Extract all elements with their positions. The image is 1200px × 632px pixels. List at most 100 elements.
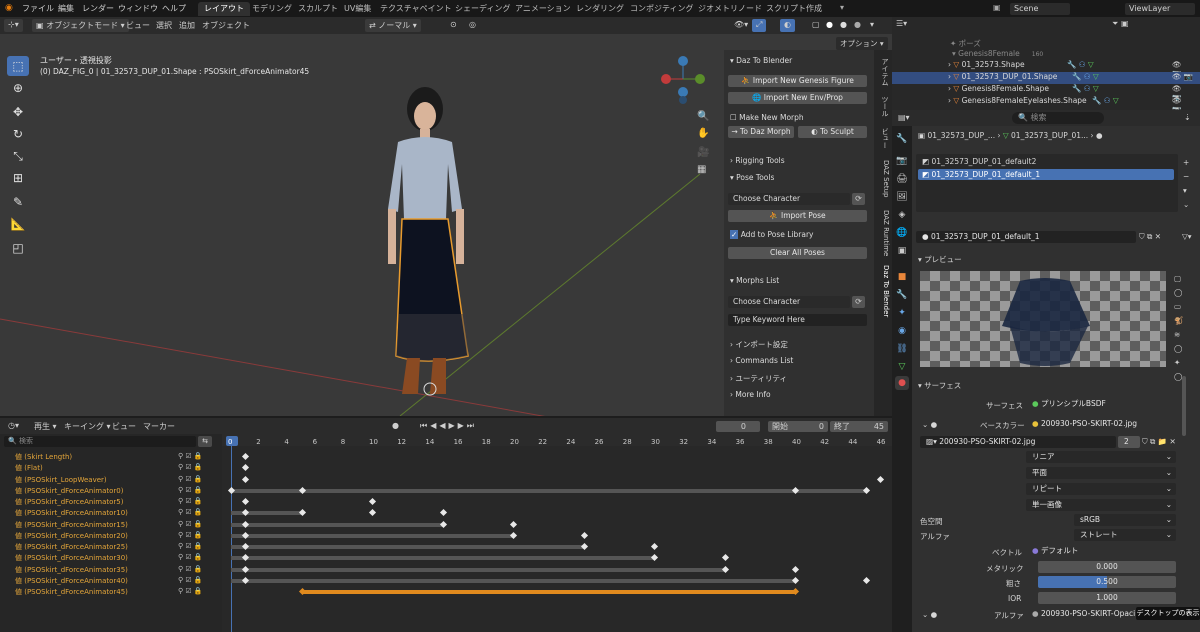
choose-character-dropdown-2[interactable]: Choose Character bbox=[728, 296, 850, 308]
keyframe[interactable] bbox=[580, 531, 588, 539]
scene-tab-icon[interactable]: ◈ bbox=[895, 208, 909, 222]
perspective-grid-icon[interactable]: ▦ bbox=[697, 164, 706, 175]
measure-tool-icon[interactable]: 📐 bbox=[7, 214, 29, 234]
menu-add[interactable]: 追加 bbox=[175, 19, 199, 32]
end-frame-field[interactable]: 終了 45 bbox=[830, 421, 888, 432]
channel-toggle-icons[interactable]: ⚲ ☑ 🔒 bbox=[178, 576, 203, 584]
refresh-icon[interactable]: ⟳ bbox=[852, 193, 865, 205]
gizmo-icon[interactable]: ⤢ bbox=[752, 19, 767, 32]
keyframe[interactable] bbox=[439, 509, 447, 517]
rotate-tool-icon[interactable]: ↻ bbox=[7, 124, 29, 144]
image-datablock[interactable]: ▨▾ 200930-PSO-SKIRT-02.jpg bbox=[920, 436, 1116, 448]
character-figure[interactable] bbox=[388, 87, 469, 396]
commands-list-header[interactable]: › Commands List bbox=[730, 356, 793, 365]
channel-toggle-icons[interactable]: ⚲ ☑ 🔒 bbox=[178, 497, 203, 505]
menu-view[interactable]: ビュー bbox=[122, 19, 154, 32]
channel-toggle-icons[interactable]: ⚲ ☑ 🔒 bbox=[178, 475, 203, 483]
viewlayer-field[interactable]: ViewLayer bbox=[1125, 3, 1195, 15]
preview-shape-icons[interactable]: ▢ ◯ ▭ 🐒 ≋ ◯ ✦ ◯ bbox=[1174, 272, 1183, 384]
channel-row[interactable]: 値 (PSOSkirt_dForceAnimator15) bbox=[15, 520, 128, 530]
hold-bar[interactable] bbox=[231, 533, 513, 538]
snap-icon[interactable]: ⊙ bbox=[446, 19, 461, 32]
sidebar-tab-tool[interactable]: ツール bbox=[876, 96, 890, 117]
channel-row[interactable]: 値 (PSOSkirt_dForceAnimator30) bbox=[15, 553, 128, 563]
hold-bar[interactable] bbox=[231, 488, 866, 493]
menu-file[interactable]: ファイル bbox=[22, 3, 54, 14]
utility-header[interactable]: › ユーティリティ bbox=[730, 373, 787, 384]
scene-name-field[interactable]: Scene bbox=[1010, 3, 1070, 15]
particles-tab-icon[interactable]: ✦ bbox=[895, 306, 909, 320]
mode-dropdown[interactable]: ▣ オブジェクトモード ▾ bbox=[32, 19, 129, 32]
object-tab-icon[interactable]: ■ bbox=[895, 270, 909, 284]
keyword-input[interactable]: Type Keyword Here bbox=[728, 314, 867, 326]
select-box-tool-icon[interactable]: ⬚ bbox=[7, 56, 29, 76]
basecolor-field[interactable]: ● 200930-PSO-SKIRT-02.jpg bbox=[1026, 418, 1176, 430]
keyframe[interactable] bbox=[650, 542, 659, 551]
morphs-list-header[interactable]: ▾ Morphs List bbox=[730, 276, 779, 285]
keyframe[interactable] bbox=[876, 475, 884, 483]
camera-icon[interactable]: 🎥 bbox=[697, 147, 709, 158]
tab-animation[interactable]: アニメーション bbox=[509, 2, 577, 16]
properties-editor-icon[interactable]: ▤▾ bbox=[898, 113, 910, 122]
tab-rendering[interactable]: レンダリング bbox=[570, 2, 630, 16]
import-genesis-button[interactable]: ⛹ Import New Genesis Figure bbox=[728, 75, 867, 87]
constraints-tab-icon[interactable]: ⛓ bbox=[895, 342, 909, 356]
shading-solid-icon[interactable]: ● bbox=[822, 19, 837, 32]
tab-scripting[interactable]: スクリプト作成 bbox=[760, 2, 828, 16]
options-dropdown[interactable]: オプション ▾ bbox=[836, 37, 888, 50]
outliner-row-shape[interactable]: › ▽ 01_32573.Shape🔧 ⚇ ▽👁 📷 bbox=[892, 60, 1192, 78]
start-frame-field[interactable]: 開始 0 bbox=[768, 421, 828, 432]
image-actions[interactable]: ⛉ ⧉ 📁 ✕ bbox=[1142, 437, 1176, 447]
channel-toggle-icons[interactable]: ⚲ ☑ 🔒 bbox=[178, 531, 203, 539]
outliner-row-g8f-shape[interactable]: › ▽ Genesis8Female.Shape 🔧 ⚇ ▽ 👁 📷 bbox=[892, 84, 1192, 102]
tab-modeling[interactable]: モデリング bbox=[246, 2, 298, 16]
keyframe[interactable] bbox=[862, 576, 870, 584]
import-settings-header[interactable]: › インポート設定 bbox=[730, 339, 788, 350]
orientation-dropdown[interactable]: ⇄ ノーマル ▾ bbox=[365, 19, 421, 32]
transform-tool-icon[interactable]: ⊞ bbox=[7, 168, 29, 188]
shading-dropdown-icon[interactable]: ▾ bbox=[866, 19, 878, 32]
editor-type-icon[interactable]: ⊹▾ bbox=[4, 19, 23, 32]
cursor-tool-icon[interactable]: ⊕ bbox=[7, 78, 29, 98]
keying-menu[interactable]: キーイング ▾ bbox=[60, 420, 115, 433]
sidebar-tab-view[interactable]: ビュー bbox=[876, 128, 890, 149]
keyframe[interactable] bbox=[721, 554, 729, 562]
source-dropdown[interactable]: 単一画像 ⌄ bbox=[1026, 499, 1176, 511]
import-env-button[interactable]: 🌐 Import New Env/Prop bbox=[728, 92, 867, 104]
outliner-row-eyelashes[interactable]: › ▽ Genesis8FemaleEyelashes.Shape 🔧 ⚇ ▽ 👁 … bbox=[892, 96, 1192, 114]
projection-dropdown[interactable]: 平面 ⌄ bbox=[1026, 467, 1176, 479]
hold-bar[interactable] bbox=[231, 556, 654, 561]
roughness-slider[interactable]: 0.500 bbox=[1038, 576, 1176, 588]
zoom-icon[interactable]: 🔍 bbox=[697, 111, 709, 122]
metallic-slider[interactable]: 0.000 bbox=[1038, 561, 1176, 573]
surface-shader-field[interactable]: ● プリンシプルBSDF bbox=[1026, 398, 1176, 410]
channel-toggle-icons[interactable]: ⚲ ☑ 🔒 bbox=[178, 452, 203, 460]
channel-toggle-icons[interactable]: ⚲ ☑ 🔒 bbox=[178, 520, 203, 528]
overlay-icon[interactable]: ◐ bbox=[780, 19, 795, 32]
channel-row[interactable]: 値 (PSOSkirt_dForceAnimator45) bbox=[15, 587, 128, 597]
import-pose-button[interactable]: ⛹ Import Pose bbox=[728, 210, 867, 222]
shading-render-icon[interactable]: ● bbox=[850, 19, 865, 32]
rigging-tools-header[interactable]: › Rigging Tools bbox=[730, 156, 785, 165]
navigation-gizmo[interactable] bbox=[661, 56, 705, 104]
daz-section-header[interactable]: ▾ Daz To Blender bbox=[730, 56, 792, 65]
material-selector[interactable]: ● 01_32573_DUP_01_default_1 bbox=[916, 231, 1136, 243]
link-dropdown-icon[interactable]: ▽▾ bbox=[1182, 232, 1192, 241]
to-sculpt-button[interactable]: ◐ To Sculpt bbox=[798, 126, 867, 138]
preview-section-header[interactable]: ▾ プレビュー bbox=[918, 254, 962, 265]
sidebar-tab-item[interactable]: アイテム bbox=[876, 58, 890, 86]
outliner-row-dup-shape[interactable]: › ▽ 01_32573_DUP_01.Shape 🔧 ⚇ ▽ 👁 📷 bbox=[892, 72, 1200, 84]
channel-row[interactable]: 値 (PSOSkirt_dForceAnimator5) bbox=[15, 497, 123, 507]
image-users[interactable]: 2 bbox=[1118, 436, 1140, 448]
channel-row[interactable]: 値 (PSOSkirt_dForceAnimator0) bbox=[15, 486, 123, 496]
sidebar-tab-daz-runtime[interactable]: DAZ Runtime bbox=[876, 210, 890, 256]
ior-slider[interactable]: 1.000 bbox=[1038, 592, 1176, 604]
annotate-tool-icon[interactable]: ✎ bbox=[7, 192, 29, 212]
channel-row[interactable]: 値 (Skirt Length) bbox=[15, 452, 72, 462]
tab-compositing[interactable]: コンポジティング bbox=[624, 2, 700, 16]
channel-row[interactable]: 値 (PSOSkirt_dForceAnimator10) bbox=[15, 508, 128, 518]
scale-tool-icon[interactable]: ⤡ bbox=[7, 146, 29, 166]
modifier-tab-icon[interactable]: 🔧 bbox=[895, 288, 909, 302]
playback-menu[interactable]: 再生 ▾ bbox=[30, 420, 61, 433]
channel-row[interactable]: 値 (PSOSkirt_dForceAnimator20) bbox=[15, 531, 128, 541]
